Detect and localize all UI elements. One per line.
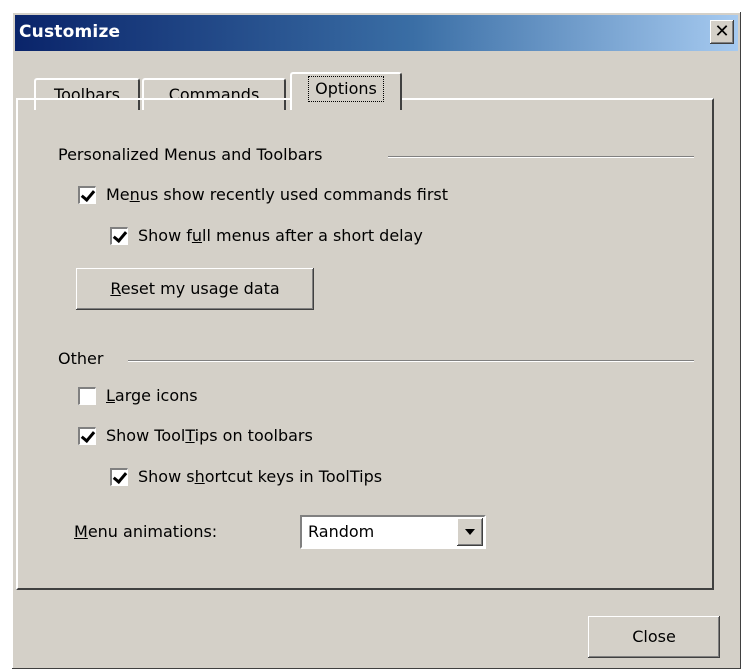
large-icons-checkbox[interactable]	[78, 386, 96, 405]
full-menus-checkbox[interactable]	[110, 226, 128, 245]
full-menus-label: Show full menus after a short delay	[138, 226, 423, 245]
shortcut-keys-label: Show shortcut keys in ToolTips	[138, 467, 383, 486]
recent-first-checkbox[interactable]	[78, 185, 96, 204]
tooltips-checkbox[interactable]	[78, 426, 96, 445]
shortcut-keys-row[interactable]: Show shortcut keys in ToolTips	[110, 467, 382, 486]
tab-options-label: Options	[315, 79, 377, 98]
tab-options[interactable]: Options	[290, 72, 402, 110]
menu-animations-value: Random	[308, 522, 375, 541]
personalized-group-label: Personalized Menus and Toolbars	[58, 145, 333, 164]
recent-first-label: Menus show recently used commands first	[106, 185, 449, 204]
large-icons-label: Large icons	[106, 386, 198, 405]
personalized-divider	[388, 156, 694, 158]
large-icons-row[interactable]: Large icons	[78, 386, 198, 405]
title-bar: Customize ✕	[15, 15, 738, 51]
full-menus-row[interactable]: Show full menus after a short delay	[110, 226, 423, 245]
recent-first-row[interactable]: Menus show recently used commands first	[78, 185, 448, 204]
reset-usage-label: Reset my usage data	[110, 279, 280, 298]
tooltips-row[interactable]: Show ToolTips on toolbars	[78, 426, 313, 445]
menu-animations-select[interactable]: Random	[300, 515, 486, 549]
chevron-down-icon[interactable]	[457, 518, 483, 546]
reset-usage-button[interactable]: Reset my usage data	[76, 268, 314, 310]
close-button[interactable]: Close	[588, 616, 720, 658]
menu-animations-label: Menu animations:	[74, 522, 218, 541]
shortcut-keys-checkbox[interactable]	[110, 467, 128, 486]
other-group-label: Other	[58, 349, 114, 368]
other-divider	[128, 360, 694, 362]
close-icon[interactable]: ✕	[710, 20, 734, 44]
dialog-title: Customize	[19, 22, 121, 42]
tooltips-label: Show ToolTips on toolbars	[106, 426, 313, 445]
close-button-label: Close	[632, 627, 676, 646]
